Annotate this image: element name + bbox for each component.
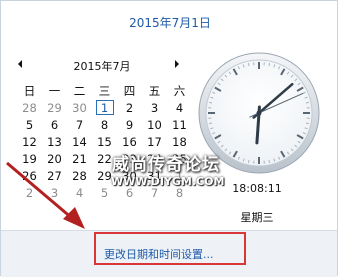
date-time-flyout: 2015年7月1日 2015年7月 日一二三四五六282930123456789… [0,0,338,276]
red-pointer-arrow-icon [1,1,338,277]
